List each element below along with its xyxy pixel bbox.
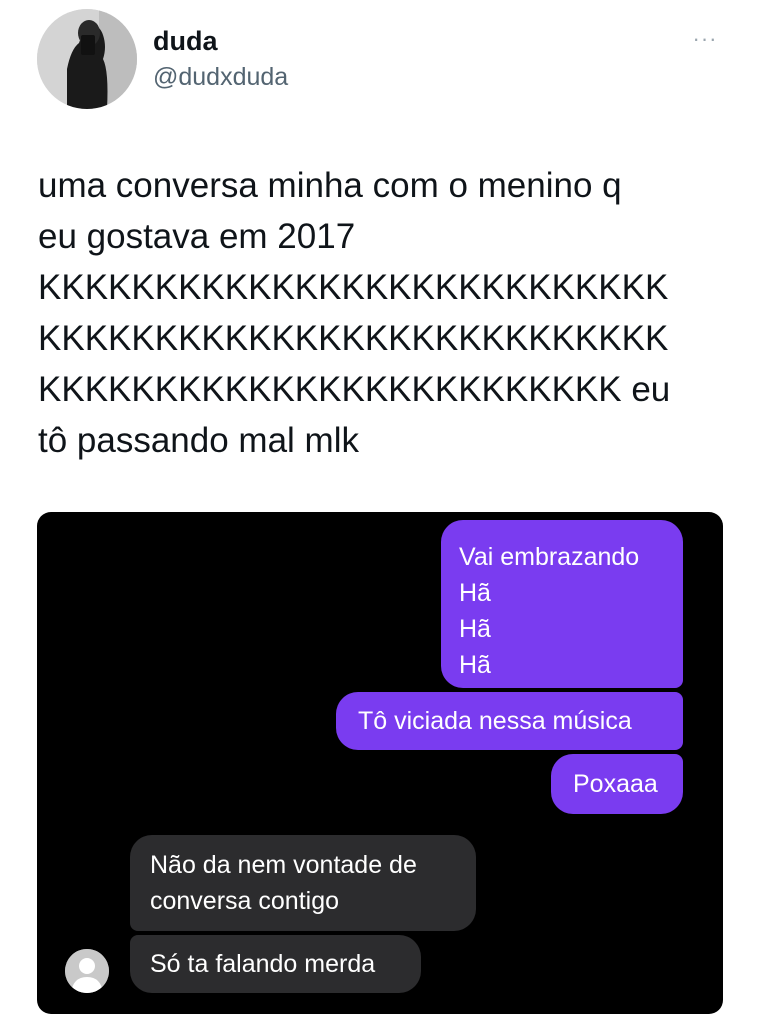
author-handle[interactable]: @dudxduda bbox=[153, 63, 288, 92]
message-line: Vai embrazando bbox=[459, 543, 640, 571]
message-line: Tô viciada nessa música bbox=[358, 707, 632, 735]
tweet-text-line: KKKKKKKKKKKKKKKKKKKKKKKKKKK bbox=[38, 268, 669, 307]
author-display-name[interactable]: duda bbox=[153, 26, 218, 57]
tweet-text-line: uma conversa minha com o menino q bbox=[38, 166, 622, 205]
incoming-message-bubble: Só ta falando merda bbox=[130, 935, 421, 993]
message-line: Hã bbox=[459, 579, 491, 607]
tweet-text-line: KKKKKKKKKKKKKKKKKKKKKKKKK eu bbox=[38, 370, 671, 409]
message-line: Não da nem vontade de bbox=[150, 851, 417, 879]
incoming-message-bubble: Não da nem vontade de conversa contigo bbox=[130, 835, 476, 931]
author-avatar[interactable] bbox=[37, 9, 137, 109]
tweet-text: uma conversa minha com o menino q eu gos… bbox=[38, 160, 738, 466]
message-line: Poxaaa bbox=[573, 770, 658, 798]
message-line: conversa contigo bbox=[150, 887, 340, 915]
outgoing-message-bubble: Vai embrazando Hã Hã Hã bbox=[441, 520, 683, 688]
author-avatar-photo bbox=[37, 9, 137, 109]
default-user-avatar-icon bbox=[65, 949, 109, 993]
outgoing-message-bubble: Poxaaa bbox=[551, 754, 683, 814]
outgoing-message-bubble: Tô viciada nessa música bbox=[336, 692, 683, 750]
message-line: Hã bbox=[459, 651, 491, 679]
tweet-text-line: KKKKKKKKKKKKKKKKKKKKKKKKKKK bbox=[38, 319, 669, 358]
more-horizontal-icon[interactable]: ··· bbox=[688, 28, 722, 50]
message-line: Hã bbox=[459, 615, 491, 643]
message-line: Só ta falando merda bbox=[150, 950, 376, 978]
chat-screenshot-image[interactable]: Vai embrazando Hã Hã Hã Tô viciada nessa… bbox=[37, 512, 723, 1014]
tweet-text-line: eu gostava em 2017 bbox=[38, 217, 356, 256]
tweet-text-line: tô passando mal mlk bbox=[38, 421, 359, 460]
